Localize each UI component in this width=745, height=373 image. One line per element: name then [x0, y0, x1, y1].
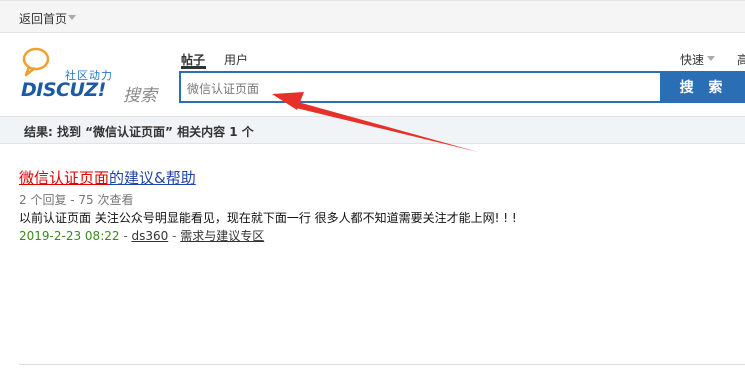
- annotation-arrow-icon: [272, 92, 478, 152]
